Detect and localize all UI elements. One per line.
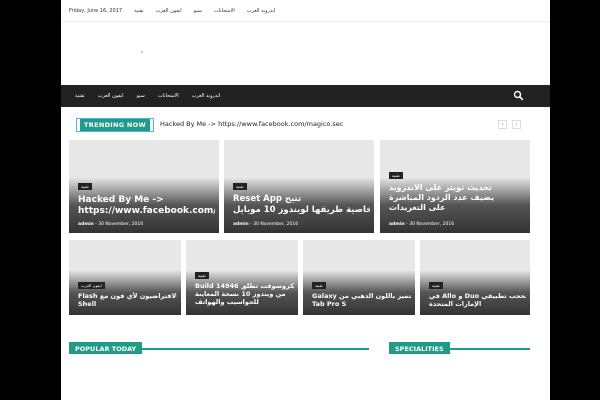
post-title-line: على التغريدات [389,203,446,212]
post-title[interactable]: تحديث تويتر على الاندرويد يضيف عدد الردو… [389,183,526,213]
section-title: POPULAR TODAY [69,342,143,354]
trending-prev-button[interactable]: ‹ [498,120,507,129]
top-link[interactable]: تقنية [134,8,144,14]
post-title-line: الإمارات المتحدة [429,300,482,309]
post-date: 30 November, 2016 [409,222,455,227]
popular-today-header: POPULAR TODAY [69,336,369,354]
post-date: 30 November, 2016 [253,222,299,227]
post-title[interactable]: Reset App تتيح خاصية طريقها لويندوز 10 م… [233,194,370,215]
post-title-line: يضيف عدد الردود المباشرة [389,193,495,202]
nav-item[interactable]: الامتحانات [158,93,179,99]
post-author[interactable]: admin [389,222,405,227]
logo-area [61,22,550,84]
nav-item[interactable]: ايفون العرب [98,93,124,99]
post-title-line: للحواسيب والهواتف [195,298,259,307]
trending-bar: TRENDING NOW Hacked By Me -> https://www… [76,118,532,132]
nav-item[interactable]: سيو [137,93,145,99]
small-post[interactable]: ايفون العرب Flash الافتراضيون لأي فون مع… [69,240,181,315]
post-title[interactable]: Galaxy تتميز باللون الذهبي من Tab Pro S [312,292,411,308]
nav-menu: تقنية ايفون العرب سيو الامتحانات اندرويد… [75,85,220,107]
category-badge[interactable]: ايفون العرب [78,282,105,289]
post-title[interactable]: Build 14946 مايكروسوفت تطلق من ويندوز 10… [195,282,294,306]
post-title-line: تحديث تويتر على الاندرويد [389,183,492,192]
category-badge[interactable]: تقنية [195,272,209,279]
post-author[interactable]: admin [78,222,94,227]
category-badge[interactable]: تقنية [389,172,403,179]
post-title-line: Build 14946 مايكروسوفت تطلق [195,282,294,290]
featured-post[interactable]: تقنية Reset App تتيح خاصية طريقها لويندو… [224,140,374,233]
post-title-line: Tab Pro S [312,300,347,309]
top-bar: Friday, June 16, 2017 تقنية ايفون العرب … [61,0,550,22]
featured-post[interactable]: تقنية تحديث تويتر على الاندرويد يضيف عدد… [380,140,530,233]
top-link[interactable]: سيو [194,8,202,14]
category-badge[interactable]: تقنية [429,282,443,289]
post-title-line: Galaxy تتميز باللون الذهبي من [312,292,411,300]
post-meta: admin - 30 November, 2016 [78,222,144,227]
trending-label: TRENDING NOW [76,118,154,132]
top-date: Friday, June 16, 2017 [69,7,123,14]
post-author[interactable]: admin [233,222,249,227]
post-title[interactable]: Flash الافتراضيون لأي فون مع Shell [78,292,177,308]
specialities-header: SPECIALITIES [389,336,530,354]
featured-post[interactable]: تقنية Hacked By Me -> https://www.facebo… [69,140,219,233]
main-nav: تقنية ايفون العرب سيو الامتحانات اندرويد… [61,85,550,107]
post-title-line: Reset App تتيح [233,194,302,204]
top-link[interactable]: الامتحانات [214,8,235,14]
post-title[interactable]: في Allo و Duo تحجب تطبيقي الإمارات المتح… [429,292,526,308]
post-meta: admin - 30 November, 2016 [233,222,299,227]
trending-headline[interactable]: Hacked By Me -> https://www.facebook.com… [160,120,343,128]
page: Friday, June 16, 2017 تقنية ايفون العرب … [61,0,550,400]
post-date: 30 November, 2016 [98,222,144,227]
category-badge[interactable]: تقنية [233,183,247,190]
small-post[interactable]: تقنية في Allo و Duo تحجب تطبيقي الإمارات… [420,240,530,315]
nav-item[interactable]: اندرويد العرب [192,93,221,99]
small-post[interactable]: تقنية Build 14946 مايكروسوفت تطلق من وين… [186,240,298,315]
post-title-line: من ويندوز 10 نسخة المعاينة [195,290,286,299]
post-title[interactable]: Hacked By Me -> https://www.facebook.com… [78,195,215,219]
top-link[interactable]: اندرويد العرب [247,8,276,14]
trending-next-button[interactable]: › [512,120,521,129]
section-title: SPECIALITIES [389,342,450,354]
search-icon[interactable] [513,90,524,101]
category-badge[interactable]: تقنية [78,183,92,190]
post-title-line: Flash الافتراضيون لأي فون مع [78,292,177,300]
small-post[interactable]: تقنية Galaxy تتميز باللون الذهبي من Tab … [303,240,415,315]
post-title-line: خاصية طريقها لويندوز 10 موبايل [233,204,370,215]
trending-label-text: TRENDING NOW [80,119,150,131]
post-meta: admin - 30 November, 2016 [389,222,455,227]
nav-item[interactable]: تقنية [75,93,85,99]
category-badge[interactable]: تقنية [312,282,326,289]
top-link[interactable]: ايفون العرب [156,8,182,14]
logo[interactable] [141,51,143,53]
post-title-line: Shell [78,300,97,309]
post-title-line: في Allo و Duo تحجب تطبيقي [429,292,526,300]
